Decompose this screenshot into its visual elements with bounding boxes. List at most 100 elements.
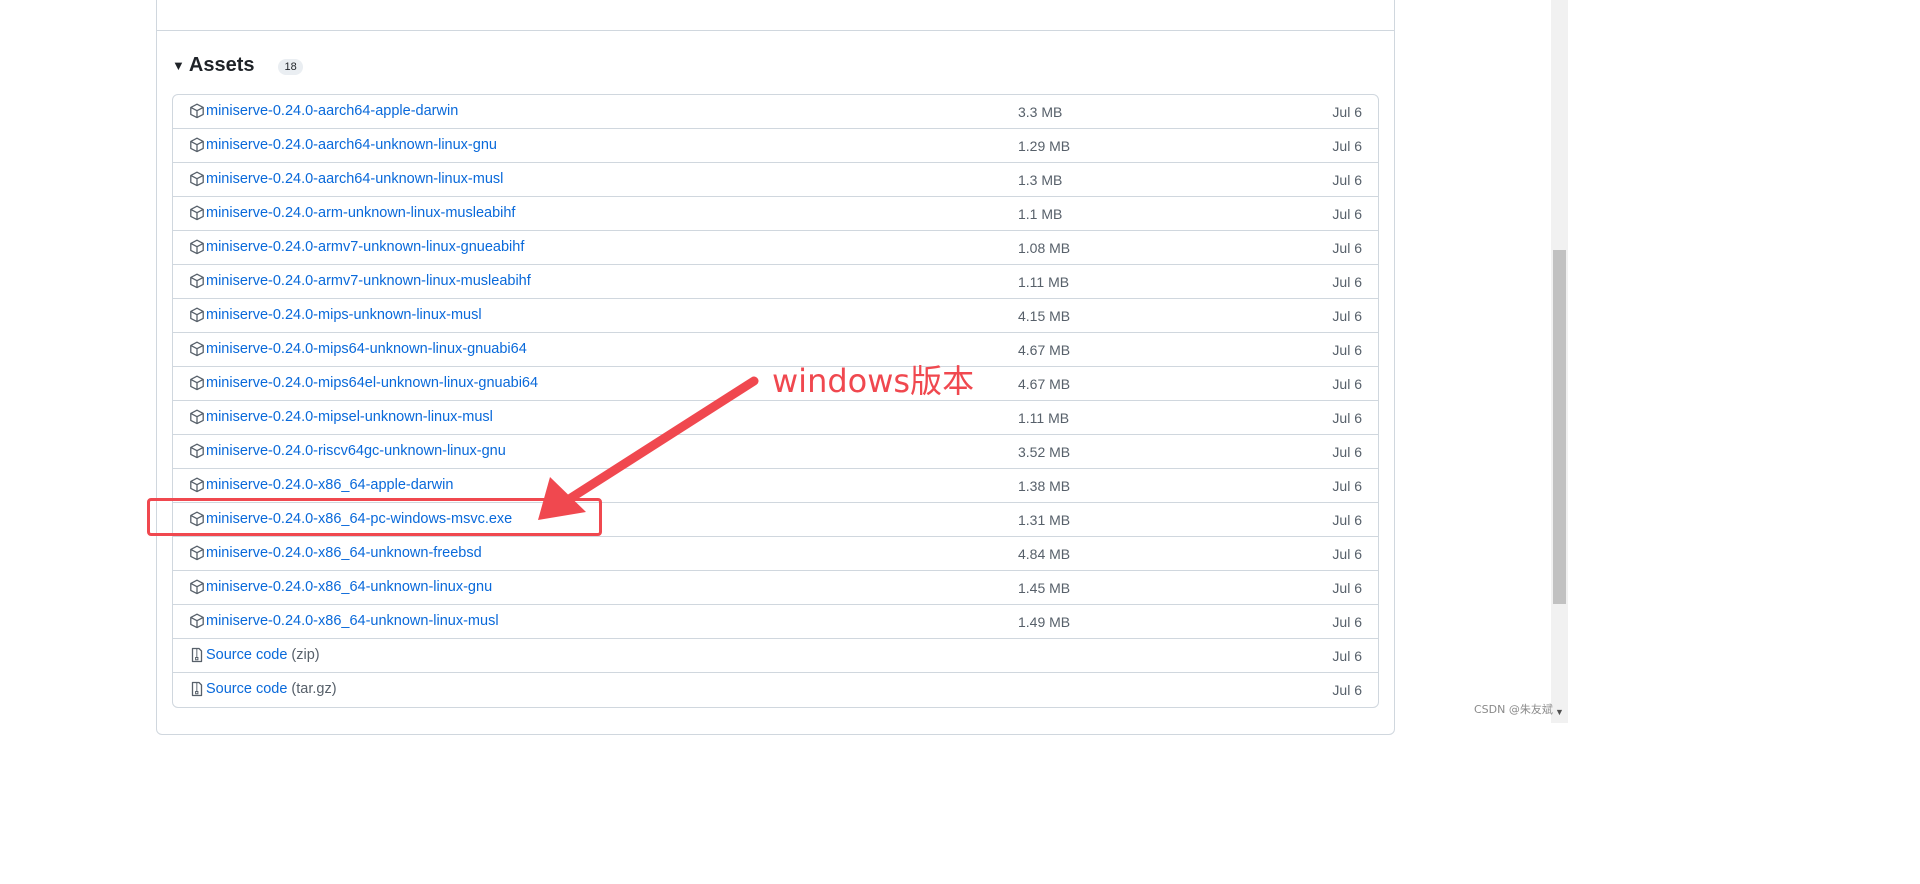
annotation-text: windows版本 [772,362,975,400]
asset-row: miniserve-0.24.0-x86_64-pc-windows-msvc.… [173,503,1378,537]
asset-size: 4.84 MB [1018,546,1071,562]
asset-date: Jul 6 [1332,410,1362,426]
asset-size: 3.3 MB [1018,104,1063,120]
asset-download-link[interactable]: miniserve-0.24.0-mipsel-unknown-linux-mu… [206,409,493,425]
package-icon [189,443,205,459]
asset-name: miniserve-0.24.0-armv7-unknown-linux-mus… [206,273,531,289]
package-icon [189,375,205,391]
asset-date: Jul 6 [1332,342,1362,358]
asset-row: miniserve-0.24.0-arm-unknown-linux-musle… [173,197,1378,231]
asset-row: miniserve-0.24.0-mips-unknown-linux-musl… [173,299,1378,333]
section-divider [157,30,1395,31]
asset-download-link[interactable]: miniserve-0.24.0-mips-unknown-linux-musl [206,307,482,323]
asset-date: Jul 6 [1332,206,1362,222]
asset-size: 1.1 MB [1018,206,1063,222]
asset-name: miniserve-0.24.0-mips-unknown-linux-musl [206,307,482,323]
asset-size: 1.49 MB [1018,614,1071,630]
package-icon [189,205,205,221]
package-icon [189,613,205,629]
asset-name: miniserve-0.24.0-aarch64-unknown-linux-g… [206,137,497,153]
asset-name: miniserve-0.24.0-x86_64-pc-windows-msvc.… [206,511,513,527]
asset-date: Jul 6 [1332,104,1362,120]
asset-date: Jul 6 [1332,172,1362,188]
asset-row: miniserve-0.24.0-armv7-unknown-linux-gnu… [173,231,1378,265]
asset-archive-type: (zip) [291,647,320,663]
asset-download-link[interactable]: miniserve-0.24.0-x86_64-pc-windows-msvc.… [206,511,512,527]
package-icon [189,239,205,255]
asset-date: Jul 6 [1332,614,1362,630]
asset-name: miniserve-0.24.0-riscv64gc-unknown-linux… [206,443,506,459]
asset-size: 4.67 MB [1018,376,1071,392]
asset-name: Source code [206,681,288,697]
asset-download-link[interactable]: miniserve-0.24.0-x86_64-unknown-linux-mu… [206,613,499,629]
asset-download-link[interactable]: miniserve-0.24.0-aarch64-apple-darwin [206,103,458,119]
asset-size: 1.11 MB [1018,274,1070,290]
asset-date: Jul 6 [1332,682,1362,698]
asset-date: Jul 6 [1332,546,1362,562]
file-zip-icon [189,681,205,697]
assets-count-badge: 18 [278,59,303,75]
package-icon [189,137,205,153]
package-icon [189,307,205,323]
asset-row: miniserve-0.24.0-armv7-unknown-linux-mus… [173,265,1378,299]
asset-download-link[interactable]: miniserve-0.24.0-x86_64-unknown-linux-gn… [206,579,492,595]
asset-name: miniserve-0.24.0-x86_64-apple-darwin [206,477,454,493]
asset-date: Jul 6 [1332,512,1362,528]
asset-download-link[interactable]: miniserve-0.24.0-armv7-unknown-linux-gnu… [206,239,524,255]
asset-size: 4.15 MB [1018,308,1071,324]
asset-date: Jul 6 [1332,240,1362,256]
package-icon [189,409,205,425]
asset-date: Jul 6 [1332,444,1362,460]
package-icon [189,477,205,493]
asset-row: miniserve-0.24.0-x86_64-apple-darwin 1.38… [173,469,1378,503]
asset-row: miniserve-0.24.0-mipsel-unknown-linux-mu… [173,401,1378,435]
asset-download-link[interactable]: miniserve-0.24.0-mips64-unknown-linux-gn… [206,341,527,357]
asset-download-link[interactable]: miniserve-0.24.0-aarch64-unknown-linux-m… [206,171,503,187]
asset-row: miniserve-0.24.0-aarch64-unknown-linux-g… [173,129,1378,163]
asset-row: Source code (tar.gz) Jul 6 [173,673,1378,707]
scroll-down-icon[interactable]: ▼ [1553,706,1566,718]
asset-size: 1.45 MB [1018,580,1071,596]
asset-download-link[interactable]: Source code (zip) [206,647,320,663]
asset-name: miniserve-0.24.0-arm-unknown-linux-musle… [206,205,516,221]
asset-size: 1.3 MB [1018,172,1063,188]
asset-date: Jul 6 [1332,138,1362,154]
asset-size: 3.52 MB [1018,444,1071,460]
asset-download-link[interactable]: miniserve-0.24.0-arm-unknown-linux-musle… [206,205,515,221]
package-icon [189,545,205,561]
asset-size: 1.29 MB [1018,138,1071,154]
asset-archive-type: (tar.gz) [291,681,337,697]
package-icon [189,511,205,527]
asset-size: 1.38 MB [1018,478,1071,494]
asset-row: miniserve-0.24.0-x86_64-unknown-linux-gn… [173,571,1378,605]
watermark: CSDN @朱友斌 [1474,703,1553,716]
asset-date: Jul 6 [1332,376,1362,392]
asset-row: miniserve-0.24.0-aarch64-apple-darwin 3.3… [173,95,1378,129]
asset-date: Jul 6 [1332,274,1362,290]
scrollbar-thumb[interactable] [1553,250,1566,604]
asset-name: miniserve-0.24.0-x86_64-unknown-linux-mu… [206,613,499,629]
package-icon [189,273,205,289]
asset-name: Source code [206,647,288,663]
asset-download-link[interactable]: Source code (tar.gz) [206,681,337,697]
asset-name: miniserve-0.24.0-armv7-unknown-linux-gnu… [206,239,525,255]
asset-download-link[interactable]: miniserve-0.24.0-x86_64-unknown-freebsd [206,545,482,561]
package-icon [189,341,205,357]
asset-date: Jul 6 [1332,308,1362,324]
assets-header[interactable]: ▼ Assets 18 [172,50,303,80]
package-icon [189,103,205,119]
package-icon [189,579,205,595]
asset-name: miniserve-0.24.0-mips64-unknown-linux-gn… [206,341,527,357]
asset-name: miniserve-0.24.0-aarch64-unknown-linux-m… [206,171,504,187]
asset-date: Jul 6 [1332,580,1362,596]
asset-download-link[interactable]: miniserve-0.24.0-riscv64gc-unknown-linux… [206,443,506,459]
asset-download-link[interactable]: miniserve-0.24.0-armv7-unknown-linux-mus… [206,273,531,289]
asset-download-link[interactable]: miniserve-0.24.0-x86_64-apple-darwin [206,477,453,493]
asset-row: miniserve-0.24.0-x86_64-unknown-linux-mu… [173,605,1378,639]
asset-name: miniserve-0.24.0-mipsel-unknown-linux-mu… [206,409,493,425]
asset-download-link[interactable]: miniserve-0.24.0-mips64el-unknown-linux-… [206,375,538,391]
triangle-down-icon[interactable]: ▼ [172,59,185,72]
asset-download-link[interactable]: miniserve-0.24.0-aarch64-unknown-linux-g… [206,137,497,153]
asset-name: miniserve-0.24.0-mips64el-unknown-linux-… [206,375,539,391]
asset-name: miniserve-0.24.0-x86_64-unknown-linux-gn… [206,579,493,595]
